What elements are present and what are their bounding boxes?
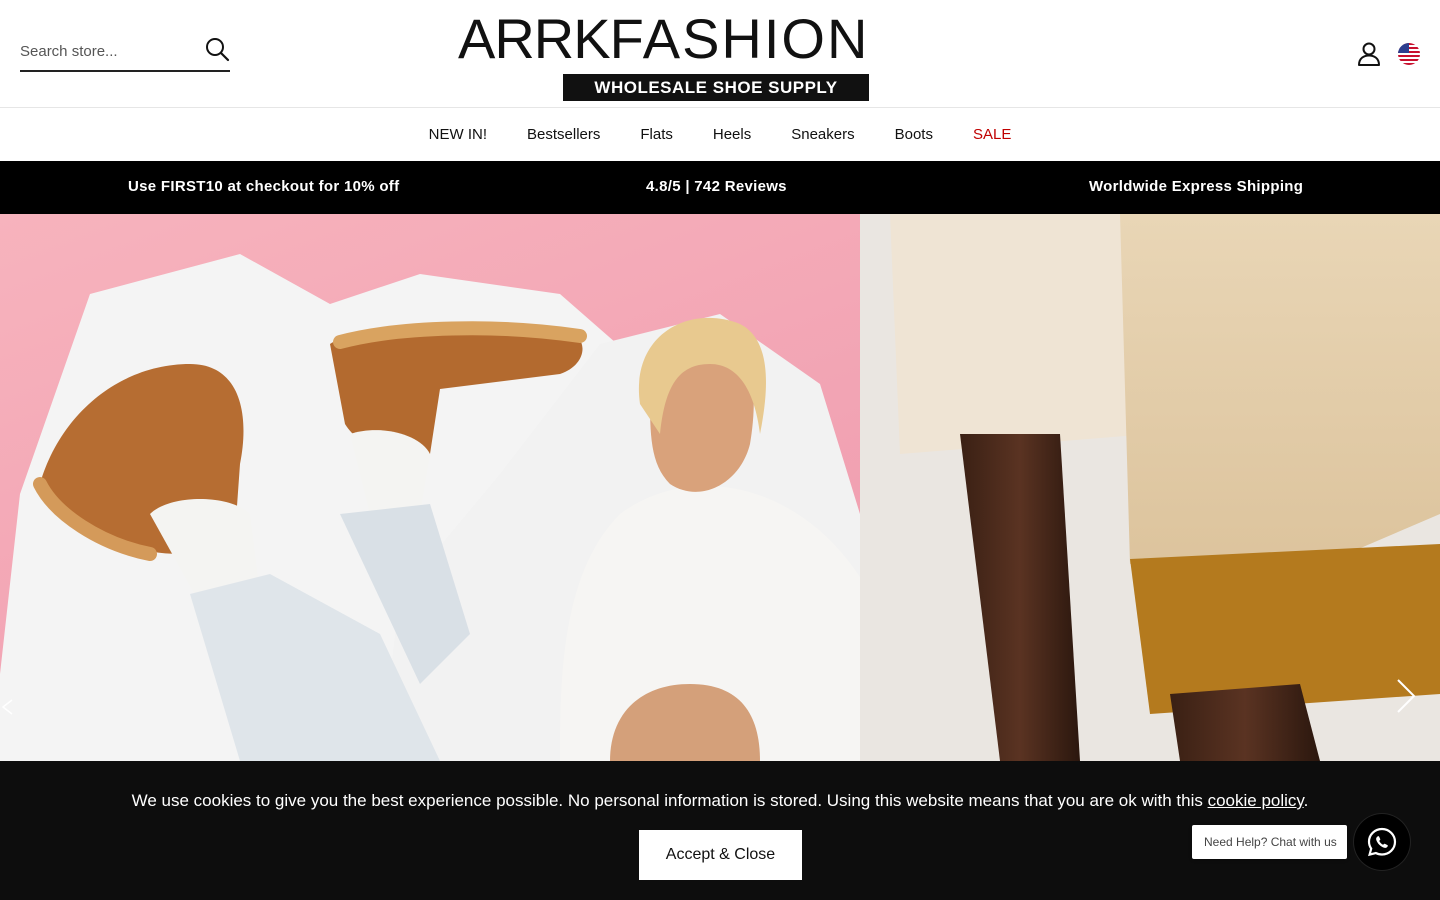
hero-image — [0, 214, 1440, 761]
accept-close-button[interactable]: Accept & Close — [639, 830, 802, 880]
nav-item-sale[interactable]: SALE — [973, 126, 1011, 143]
user-icon[interactable] — [1355, 40, 1383, 68]
nav-item-heels[interactable]: Heels — [713, 126, 751, 143]
logo-word-arrk: ARRK — [458, 7, 611, 70]
search-icon[interactable] — [204, 36, 230, 62]
logo-tagline: WHOLESALE SHOE SUPPLY — [563, 74, 869, 101]
search-input[interactable] — [20, 38, 200, 64]
us-flag-icon[interactable] — [1398, 43, 1420, 65]
cookie-message-suffix: . — [1303, 791, 1309, 810]
main-navigation: NEW IN! Bestsellers Flats Heels Sneakers… — [0, 108, 1440, 161]
whatsapp-icon — [1367, 827, 1397, 857]
cookie-message-text: We use cookies to give you the best expe… — [131, 791, 1208, 810]
logo-word-fashion: FASHION — [609, 7, 870, 70]
cookie-message: We use cookies to give you the best expe… — [0, 791, 1440, 811]
promo-reviews[interactable]: 4.8/5 | 742 Reviews — [646, 178, 787, 195]
site-logo[interactable]: ARRKFASHION WHOLESALE SHOE SUPPLY — [458, 11, 978, 104]
promo-discount: Use FIRST10 at checkout for 10% off — [128, 178, 400, 195]
cookie-policy-link[interactable]: cookie policy — [1208, 791, 1304, 810]
hero-banner[interactable] — [0, 214, 1440, 761]
whatsapp-chat-button[interactable] — [1354, 814, 1410, 870]
logo-wordmark: ARRKFASHION — [458, 11, 978, 67]
nav-item-sneakers[interactable]: Sneakers — [791, 126, 854, 143]
nav-item-bestsellers[interactable]: Bestsellers — [527, 126, 600, 143]
chat-help-bubble[interactable]: Need Help? Chat with us — [1192, 825, 1347, 859]
site-header: ARRKFASHION WHOLESALE SHOE SUPPLY — [0, 0, 1440, 108]
nav-item-boots[interactable]: Boots — [895, 126, 933, 143]
chevron-right-icon[interactable] — [1392, 676, 1420, 716]
nav-item-new-in[interactable]: NEW IN! — [429, 126, 487, 143]
chevron-left-icon[interactable] — [0, 698, 14, 716]
nav-item-flats[interactable]: Flats — [640, 126, 673, 143]
search-bar — [20, 34, 230, 72]
promo-bar: Use FIRST10 at checkout for 10% off 4.8/… — [0, 161, 1440, 214]
promo-shipping: Worldwide Express Shipping — [1089, 178, 1304, 195]
